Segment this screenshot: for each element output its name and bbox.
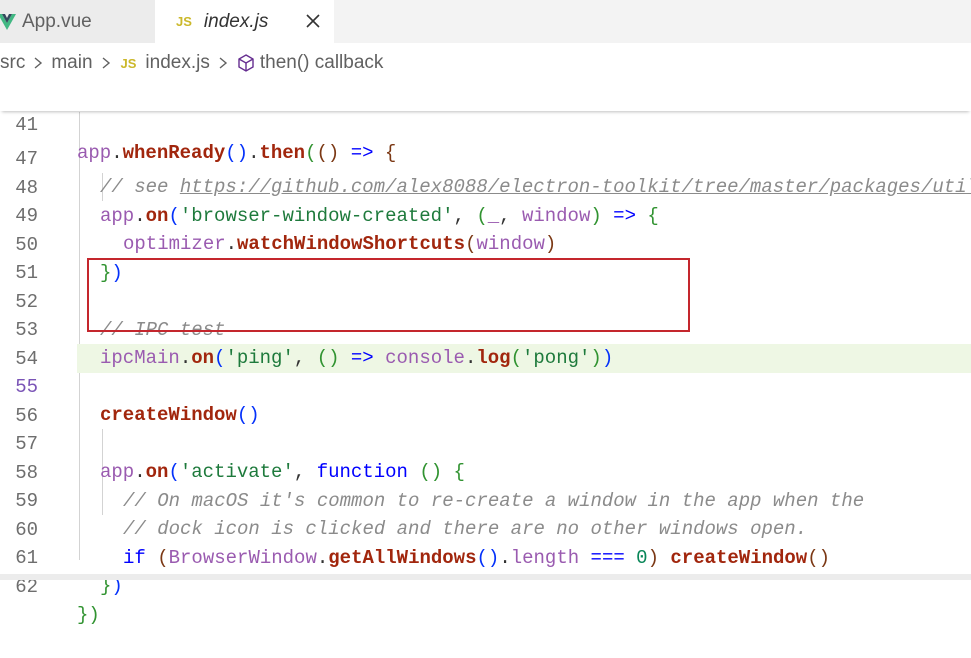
tab-app-vue[interactable]: App.vue bbox=[0, 0, 155, 43]
breadcrumb-item-symbol[interactable]: then() callback bbox=[260, 52, 384, 74]
sticky-scroll-line[interactable]: 41 app.whenReady().then(() => { bbox=[0, 82, 971, 164]
code-line-row[interactable]: 60 if (BrowserWindow.getAllWindows().len… bbox=[0, 487, 971, 570]
tab-label: App.vue bbox=[22, 10, 92, 32]
code-line-row[interactable]: 51 bbox=[0, 230, 971, 284]
code-line-row[interactable]: 57 app.on('activate', function () { bbox=[0, 401, 971, 484]
code-line-row[interactable]: 56 bbox=[0, 373, 971, 427]
js-icon: JS bbox=[176, 14, 192, 29]
js-icon: JS bbox=[120, 55, 137, 71]
breadcrumb-item-main[interactable]: main bbox=[51, 52, 92, 74]
vue-icon bbox=[0, 13, 16, 30]
breadcrumb: src main JS index.js then() callback bbox=[0, 44, 971, 82]
chevron-right-icon bbox=[102, 57, 110, 69]
editor-tab-bar: App.vue JS index.js bbox=[0, 0, 971, 43]
bottom-border bbox=[0, 574, 971, 580]
code-line-row[interactable]: 62 }) bbox=[0, 544, 971, 627]
code-line-row[interactable]: 58 // On macOS it's common to re-create … bbox=[0, 430, 971, 513]
tab-label: index.js bbox=[203, 10, 269, 32]
code-line-row-active[interactable]: 55 createWindow() bbox=[0, 344, 971, 427]
breadcrumb-item-src[interactable]: src bbox=[0, 52, 25, 74]
close-icon[interactable] bbox=[302, 10, 324, 32]
code-line-row[interactable]: 61 }) bbox=[0, 515, 971, 598]
line-number: 41 bbox=[15, 113, 38, 136]
code-line: }) bbox=[77, 604, 100, 626]
code-line: app.whenReady().then(() => { bbox=[77, 142, 397, 164]
code-line-row[interactable]: 59 // dock icon is clicked and there are… bbox=[0, 458, 971, 541]
code-line-row[interactable]: 49 optimizer.watchWindowShortcuts(window… bbox=[0, 173, 971, 256]
code-editor[interactable]: 41 app.whenReady().then(() => { 47 // se… bbox=[0, 82, 971, 627]
breadcrumb-item-file[interactable]: index.js bbox=[145, 52, 209, 74]
chevron-right-icon bbox=[34, 57, 43, 69]
method-cube-icon bbox=[238, 54, 254, 72]
tab-index-js[interactable]: JS index.js bbox=[155, 0, 334, 43]
chevron-right-icon bbox=[219, 57, 227, 69]
code-line-row[interactable]: 50 }) bbox=[0, 202, 971, 285]
highlight-annotation-box bbox=[87, 258, 690, 332]
